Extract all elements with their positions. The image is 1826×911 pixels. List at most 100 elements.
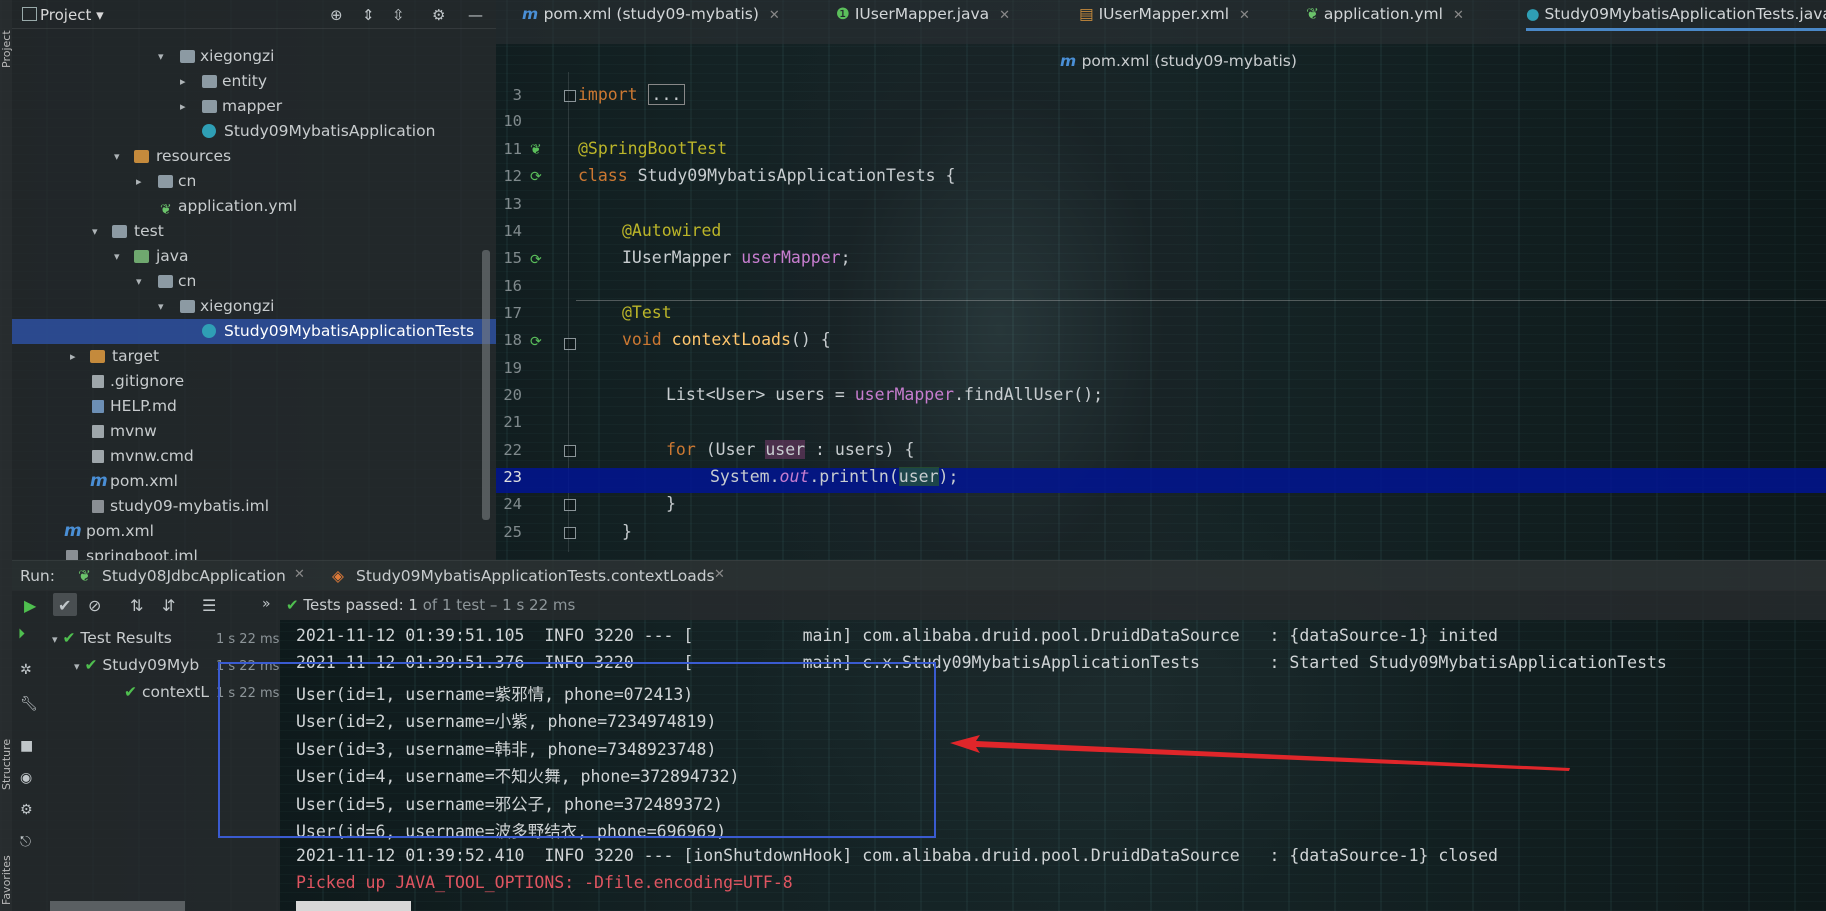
console-scrollbar[interactable] <box>296 901 411 911</box>
chevron-right-icon[interactable]: ▸ <box>180 94 186 119</box>
gear-icon[interactable]: ⚙ <box>432 6 445 24</box>
code-text: .println( <box>809 467 899 486</box>
spring-bean-icon[interactable]: ❦ <box>530 142 542 158</box>
run-icon[interactable]: ⏵ <box>18 626 25 642</box>
run-label: Run: <box>20 567 55 585</box>
tree-item-mvnw-cmd[interactable]: mvnw.cmd <box>12 444 496 469</box>
chevron-down-icon[interactable]: ▾ <box>52 633 58 646</box>
settings-icon[interactable]: ⚙ <box>20 802 33 818</box>
tree-item-cn[interactable]: ▾ cn <box>12 269 496 294</box>
test-run-icon: ◈ <box>332 567 344 585</box>
chevron-down-icon[interactable]: ▾ <box>114 244 120 269</box>
close-icon[interactable]: ✕ <box>1239 8 1250 23</box>
tree-item-gitignore[interactable]: .gitignore <box>12 369 496 394</box>
tree-item-label: .gitignore <box>110 372 185 390</box>
test-node-class[interactable]: ▾ ✔ Study09Myb <box>74 656 224 678</box>
chevron-down-icon[interactable]: ▾ <box>158 294 164 319</box>
chevron-right-icon[interactable]: ▸ <box>180 69 186 94</box>
project-view-selector[interactable]: Project ▾ <box>40 6 104 24</box>
structure-tool-window-label[interactable]: Structure <box>0 700 13 790</box>
fold-icon[interactable] <box>564 499 576 511</box>
code-editor[interactable]: 3 10 11 12 13 14 15 16 17 18 19 20 21 22… <box>496 72 1826 552</box>
chevron-down-icon[interactable]: ▾ <box>136 269 142 294</box>
tree-item-mvnw[interactable]: mvnw <box>12 419 496 444</box>
tree-item-mapper[interactable]: ▸ mapper <box>12 94 496 119</box>
tree-item-label: resources <box>156 147 232 165</box>
annotation-highlight-box <box>218 662 936 838</box>
sort-alpha-icon[interactable]: ⇅ <box>130 596 143 615</box>
rerun-icon[interactable]: ▶ <box>24 596 36 615</box>
fold-icon[interactable] <box>564 90 576 102</box>
closing-brace: } <box>666 494 676 513</box>
tree-item-springboot-iml[interactable]: springboot.iml <box>12 544 496 560</box>
tree-item-target[interactable]: ▸ target <box>12 344 496 369</box>
test-node-root[interactable]: ▾ ✔ Test Results <box>52 629 172 651</box>
project-scrollbar[interactable] <box>482 250 490 520</box>
more-icon[interactable]: » <box>262 596 271 612</box>
tree-item-resources[interactable]: ▾ resources <box>12 144 496 169</box>
tab-pom-xml[interactable]: m pom.xml (study09-mybatis) ✕ <box>522 0 780 28</box>
close-icon[interactable]: ✕ <box>294 567 305 582</box>
wrench-icon[interactable]: 🔧︎ <box>20 696 38 712</box>
tree-item-xiegongzi[interactable]: ▾ xiegongzi <box>12 294 496 319</box>
navigate-bean-icon[interactable]: ⟳ <box>530 252 542 268</box>
chevron-down-icon[interactable]: ▾ <box>114 144 120 169</box>
tree-item-pom-xml[interactable]: m pom.xml <box>12 469 496 494</box>
expand-all-icon[interactable]: ☰ <box>202 596 216 615</box>
tab-application-yml[interactable]: ❦ application.yml ✕ <box>1306 0 1464 28</box>
tree-item-entity[interactable]: ▸ entity <box>12 69 496 94</box>
close-icon[interactable]: ✕ <box>769 8 780 23</box>
tab-study09mybatisapplicationtests-java[interactable]: ● Study09MybatisApplicationTests.java <box>1526 0 1826 31</box>
tree-item-application-yml[interactable]: ❦ application.yml <box>12 194 496 219</box>
tree-item-cn[interactable]: ▸ cn <box>12 169 496 194</box>
show-ignored-icon[interactable]: ⊘ <box>88 596 101 615</box>
fold-icon[interactable] <box>564 338 576 350</box>
tree-item-label: mapper <box>222 97 283 115</box>
chevron-down-icon[interactable]: ▾ <box>158 44 164 69</box>
fold-icon[interactable] <box>564 527 576 539</box>
tree-item-study09mybatisapplication[interactable]: Study09MybatisApplication <box>12 119 496 144</box>
folder-icon <box>158 175 173 188</box>
line-number: 12 <box>503 167 522 185</box>
test-tree-scrollbar[interactable] <box>50 901 185 911</box>
close-icon[interactable]: ✕ <box>999 8 1010 23</box>
fold-icon[interactable] <box>564 445 576 457</box>
run-test-icon[interactable]: ⟳ <box>530 169 542 185</box>
tree-item-study09-mybatis-iml[interactable]: study09-mybatis.iml <box>12 494 496 519</box>
code-line-23: System.out.println(user); <box>710 467 958 486</box>
hide-icon[interactable]: — <box>468 6 483 24</box>
locate-icon[interactable]: ⊕ <box>330 6 343 24</box>
tree-item-help-md[interactable]: HELP.md <box>12 394 496 419</box>
code-line-18: void contextLoads() { <box>622 330 831 349</box>
tree-item-label: pom.xml <box>110 472 178 490</box>
debug-icon[interactable]: ✲ <box>20 662 32 678</box>
exit-icon[interactable]: ⎋ <box>20 834 31 850</box>
test-node-method[interactable]: ✔ contextL <box>124 683 219 705</box>
run-tab-study09-tests[interactable]: Study09MybatisApplicationTests.contextLo… <box>356 567 715 585</box>
expand-all-icon[interactable]: ⇕ <box>362 6 375 24</box>
close-icon[interactable]: ✕ <box>714 567 725 582</box>
run-tab-study08[interactable]: Study08JdbcApplication <box>102 567 286 585</box>
close-icon[interactable]: ✕ <box>1453 8 1464 23</box>
tree-item-xiegongzi[interactable]: ▾ xiegongzi <box>12 44 496 69</box>
chevron-down-icon[interactable]: ▾ <box>92 219 98 244</box>
stop-icon[interactable]: ■ <box>20 738 33 754</box>
folded-imports[interactable]: ... <box>647 84 686 105</box>
tab-iusermapper-xml[interactable]: ▤ IUserMapper.xml ✕ <box>1079 0 1250 28</box>
collapse-all-icon[interactable]: ⇳ <box>392 6 405 24</box>
tree-item-study09mybatisapplicationtests[interactable]: Study09MybatisApplicationTests <box>12 319 496 344</box>
method-name: contextLoads <box>661 330 791 349</box>
tree-item-java[interactable]: ▾ java <box>12 244 496 269</box>
file-icon <box>92 425 104 438</box>
chevron-right-icon[interactable]: ▸ <box>70 344 76 369</box>
camera-icon[interactable]: ◉ <box>20 770 32 786</box>
chevron-down-icon[interactable]: ▾ <box>74 660 80 673</box>
tab-iusermapper-java[interactable]: ❶ IUserMapper.java ✕ <box>836 0 1010 28</box>
project-tool-window-label[interactable]: Project <box>0 8 13 68</box>
tree-item-test[interactable]: ▾ test <box>12 219 496 244</box>
tree-item-pom-xml[interactable]: m pom.xml <box>12 519 496 544</box>
run-test-icon[interactable]: ⟳ <box>530 334 542 350</box>
favorites-tool-window-label[interactable]: Favorites <box>0 830 13 905</box>
chevron-right-icon[interactable]: ▸ <box>136 169 142 194</box>
sort-duration-icon[interactable]: ⇵ <box>162 596 175 615</box>
